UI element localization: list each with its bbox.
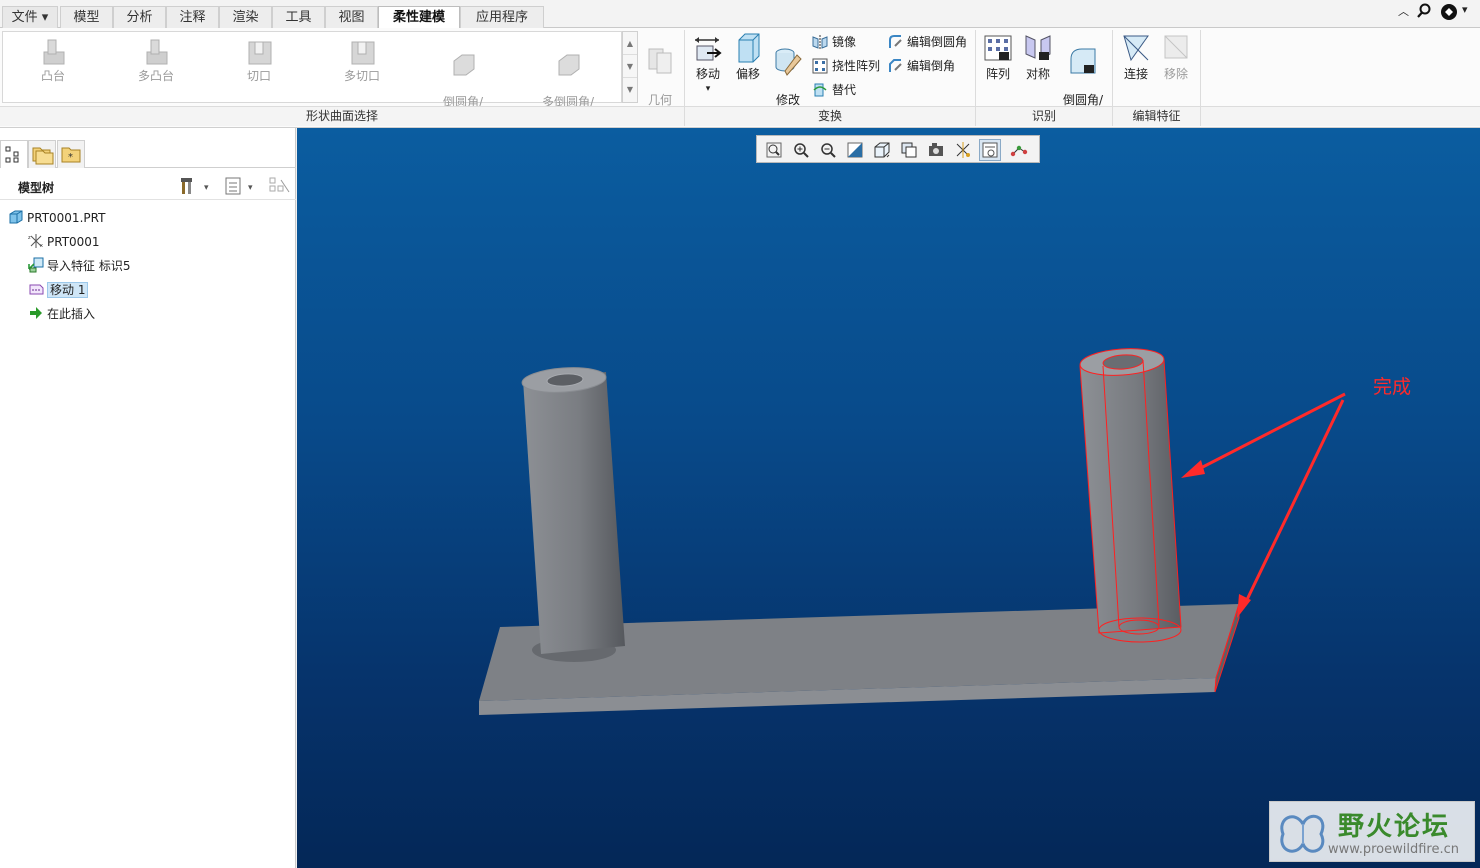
move-feature-icon [28, 281, 44, 297]
tab-file[interactable]: 文件 ▾ [2, 6, 58, 28]
gallery-up-icon[interactable]: ▲ [623, 32, 637, 55]
graphics-window[interactable]: 完成 野火论坛 www.proewildfire.cn [297, 128, 1480, 868]
multi-boss-button[interactable]: 多凸台 [121, 38, 191, 83]
flex-pattern-button[interactable]: 挠性阵列 [812, 56, 880, 76]
import-feature-icon [28, 257, 44, 273]
minimize-ribbon-icon[interactable]: ︿ [1398, 3, 1409, 19]
group-label-transform: 变换 [685, 106, 976, 126]
remove-button[interactable]: 移除 [1158, 32, 1194, 81]
round-chamfer-icon [448, 51, 478, 79]
boss-icon [38, 38, 68, 66]
svg-text:▾: ▾ [204, 183, 209, 193]
cut-icon [244, 38, 274, 66]
tab-folder-browser[interactable] [28, 140, 56, 168]
svg-text:▾: ▾ [248, 183, 253, 193]
cut-button[interactable]: 切口 [224, 38, 294, 83]
left-cylinder[interactable] [521, 365, 625, 662]
boss-button[interactable]: 凸台 [18, 38, 88, 83]
annotation-label: 完成 [1373, 376, 1412, 398]
tab-tools[interactable]: 工具 [272, 6, 325, 28]
recognize-pattern-button[interactable]: 阵列 [980, 32, 1016, 81]
shape-surface-gallery: 凸台 多凸台 切口 多切口 倒圆角/ 倒角 多倒圆角/ 倒角 [2, 31, 622, 122]
ribbon-tab-bar: 文件 ▾ 模型 分析 注释 渲染 工具 视图 柔性建模 应用程序 ︿ ▾ [0, 0, 1480, 29]
tab-model-tree[interactable] [0, 140, 28, 168]
folder-icon [32, 147, 54, 165]
offset-icon [733, 32, 763, 64]
flex-pattern-icon [812, 58, 828, 74]
annotation-arrows [1181, 392, 1346, 618]
watermark-url: www.proewildfire.cn [1328, 842, 1459, 857]
tree-filter-icon[interactable] [268, 176, 292, 199]
multi-cut-icon [347, 38, 377, 66]
svg-text:*: * [68, 152, 73, 163]
help-icon[interactable] [1440, 3, 1458, 25]
tree-settings-icon[interactable]: ▾ [180, 176, 214, 199]
tab-flexible-modeling[interactable]: 柔性建模 [378, 6, 460, 29]
mirror-button[interactable]: 镜像 [812, 32, 856, 52]
tree-item-part[interactable]: PRT0001.PRT [8, 208, 105, 228]
tab-favorites[interactable]: * [57, 140, 85, 168]
tab-applications[interactable]: 应用程序 [460, 6, 544, 28]
ribbon: 凸台 多凸台 切口 多切口 倒圆角/ 倒角 多倒圆角/ 倒角 ▲ ▼ ▼ 几何 … [0, 28, 1480, 128]
tab-analysis[interactable]: 分析 [113, 6, 166, 28]
model-tree-header: 模型树 ▾ ▾ [0, 172, 296, 200]
tree-item-import-feature[interactable]: 导入特征 标识5 [28, 256, 130, 276]
group-label-recognize: 识别 [976, 106, 1113, 126]
watermark-title: 野火论坛 [1338, 812, 1451, 842]
multi-round-chamfer-icon [553, 51, 583, 79]
move-icon [693, 32, 723, 64]
substitute-button[interactable]: 替代 [812, 80, 856, 100]
favorites-icon: * [61, 147, 81, 163]
multi-boss-icon [141, 38, 171, 66]
recognize-symmetry-button[interactable]: 对称 [1020, 32, 1056, 81]
group-label-shape-surface: 形状曲面选择 [0, 106, 685, 126]
group-label-edit-feature: 编辑特征 [1113, 106, 1201, 126]
substitute-icon [812, 82, 828, 98]
attach-button[interactable]: 连接 [1118, 32, 1154, 81]
offset-button[interactable]: 偏移 [730, 32, 766, 81]
edit-round-button[interactable]: 编辑倒圆角 [887, 32, 967, 52]
navigator-panel: * 模型树 ▾ ▾ PRT0001.PRT z x PRT0001 导入特征 标识5… [0, 128, 296, 868]
gallery-more-icon[interactable]: ▼ [623, 78, 637, 101]
tree-item-insert-here[interactable]: 在此插入 [28, 304, 95, 324]
insert-arrow-icon [28, 305, 44, 321]
tree-item-coordinate-system[interactable]: z x PRT0001 [28, 232, 100, 252]
model-geometry [479, 346, 1346, 715]
tab-render[interactable]: 渲染 [219, 6, 272, 28]
gallery-scroller[interactable]: ▲ ▼ ▼ [622, 31, 638, 103]
model-tree-title: 模型树 [18, 181, 55, 195]
edit-chamfer-icon [887, 58, 903, 74]
part-icon [8, 209, 24, 225]
mirror-icon [812, 34, 828, 50]
svg-text:x: x [40, 243, 43, 249]
move-button[interactable]: 移动 ▾ [690, 32, 726, 96]
tab-view[interactable]: 视图 [325, 6, 378, 28]
modify-analytic-icon [773, 45, 803, 77]
watermark: 野火论坛 www.proewildfire.cn [1269, 801, 1475, 862]
help-dropdown-icon[interactable]: ▾ [1462, 3, 1468, 16]
right-cylinder-selected[interactable] [1079, 346, 1182, 643]
pattern-icon [983, 32, 1013, 64]
attach-icon [1121, 32, 1151, 64]
edit-round-icon [887, 34, 903, 50]
tab-annotate[interactable]: 注释 [166, 6, 219, 28]
recognize-round-icon [1068, 45, 1098, 77]
tab-model[interactable]: 模型 [60, 6, 113, 28]
geometry-rules-icon [645, 45, 675, 77]
watermark-logo-icon [1280, 814, 1325, 853]
gallery-down-icon[interactable]: ▼ [623, 55, 637, 78]
tree-item-move-1[interactable]: 移动 1 [28, 280, 89, 300]
search-icon[interactable] [1416, 3, 1432, 23]
svg-text:z: z [28, 235, 31, 241]
remove-icon [1161, 32, 1191, 64]
multi-cut-button[interactable]: 多切口 [327, 38, 397, 83]
tree-show-icon[interactable]: ▾ [224, 176, 258, 199]
model-tree-icon [5, 146, 19, 163]
coordinate-system-icon: zx [28, 233, 44, 249]
navigator-tabs: * [0, 138, 296, 168]
edit-chamfer-button[interactable]: 编辑倒角 [887, 56, 955, 76]
symmetry-icon [1023, 32, 1053, 64]
